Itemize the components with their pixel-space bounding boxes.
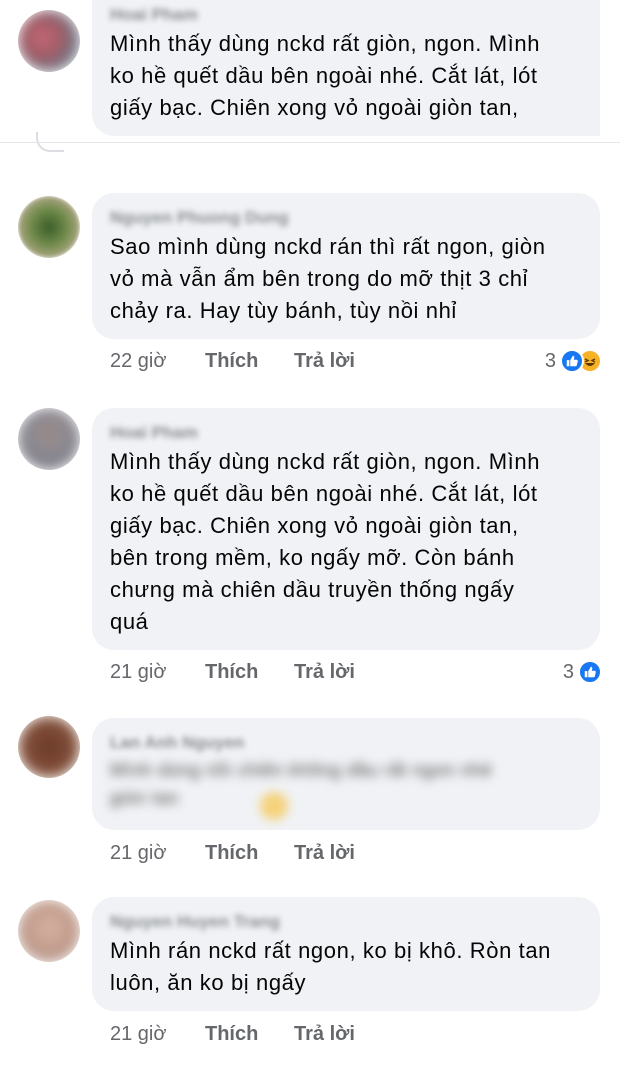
comment-timestamp[interactable]: 21 giờ	[110, 842, 205, 865]
comment-text: Mình thấy dùng nckd rất giòn, ngon. Mình…	[110, 449, 541, 634]
like-reaction-icon	[560, 349, 584, 373]
comment-actions: 22 giờ Thích Trả lời	[110, 346, 355, 376]
comment-author[interactable]: Nguyen Huyen Trang	[110, 911, 582, 933]
reply-button[interactable]: Trả lời	[294, 1023, 355, 1046]
reaction-summary[interactable]: 3	[545, 346, 602, 376]
reaction-count: 3	[562, 660, 574, 683]
comment-author[interactable]: Hoai Pham	[110, 422, 582, 444]
comment-bubble: Hoai Pham Mình thấy dùng nckd rất giòn, …	[92, 408, 600, 650]
comment-actions: 21 giờ Thích Trả lời	[110, 838, 355, 868]
comment-timestamp[interactable]: 21 giờ	[110, 661, 205, 684]
reaction-summary[interactable]: 3	[563, 657, 602, 687]
comment-author[interactable]: Hoai Pham	[110, 4, 582, 26]
comment-bubble: Nguyen Huyen Trang Mình rán nckd rất ngo…	[92, 897, 600, 1011]
comment-text: Mình rán nckd rất ngon, ko bị khô. Ròn t…	[110, 938, 551, 995]
like-button[interactable]: Thích	[205, 842, 294, 865]
reply-button[interactable]: Trả lời	[294, 661, 355, 684]
comment-bubble: Nguyen Phuong Dung Sao mình dùng nckd rá…	[92, 193, 600, 339]
comment-text: Mình thấy dùng nckd rất giòn, ngon. Mình…	[110, 31, 541, 120]
comment-author[interactable]: Lan Anh Nguyen	[110, 732, 582, 754]
comment-timestamp[interactable]: 21 giờ	[110, 1023, 205, 1046]
comment-bubble: Lan Anh Nguyen Mình dùng nồi chiên không…	[92, 718, 600, 830]
avatar[interactable]	[18, 408, 80, 470]
like-reaction-icon	[578, 660, 602, 684]
comment-actions: 21 giờ Thích Trả lời	[110, 657, 355, 687]
like-button[interactable]: Thích	[205, 1023, 294, 1046]
comment-bubble: Hoai Pham Mình thấy dùng nckd rất giòn, …	[92, 0, 600, 136]
comment-actions: 21 giờ Thích Trả lời	[110, 1019, 355, 1049]
comment-text: Sao mình dùng nckd rán thì rất ngon, giò…	[110, 234, 546, 323]
divider	[0, 142, 620, 143]
avatar[interactable]	[18, 196, 80, 258]
emoji-icon	[260, 792, 288, 820]
avatar[interactable]	[18, 716, 80, 778]
comment-timestamp[interactable]: 22 giờ	[110, 350, 205, 373]
reaction-count: 3	[544, 349, 556, 372]
avatar[interactable]	[18, 900, 80, 962]
comment-text: Mình dùng nồi chiên không dầu rất ngon n…	[110, 760, 493, 808]
like-button[interactable]: Thích	[205, 661, 294, 684]
reply-button[interactable]: Trả lời	[294, 350, 355, 373]
avatar[interactable]	[18, 10, 80, 72]
comment-author[interactable]: Nguyen Phuong Dung	[110, 207, 582, 229]
reply-button[interactable]: Trả lời	[294, 842, 355, 865]
like-button[interactable]: Thích	[205, 350, 294, 373]
